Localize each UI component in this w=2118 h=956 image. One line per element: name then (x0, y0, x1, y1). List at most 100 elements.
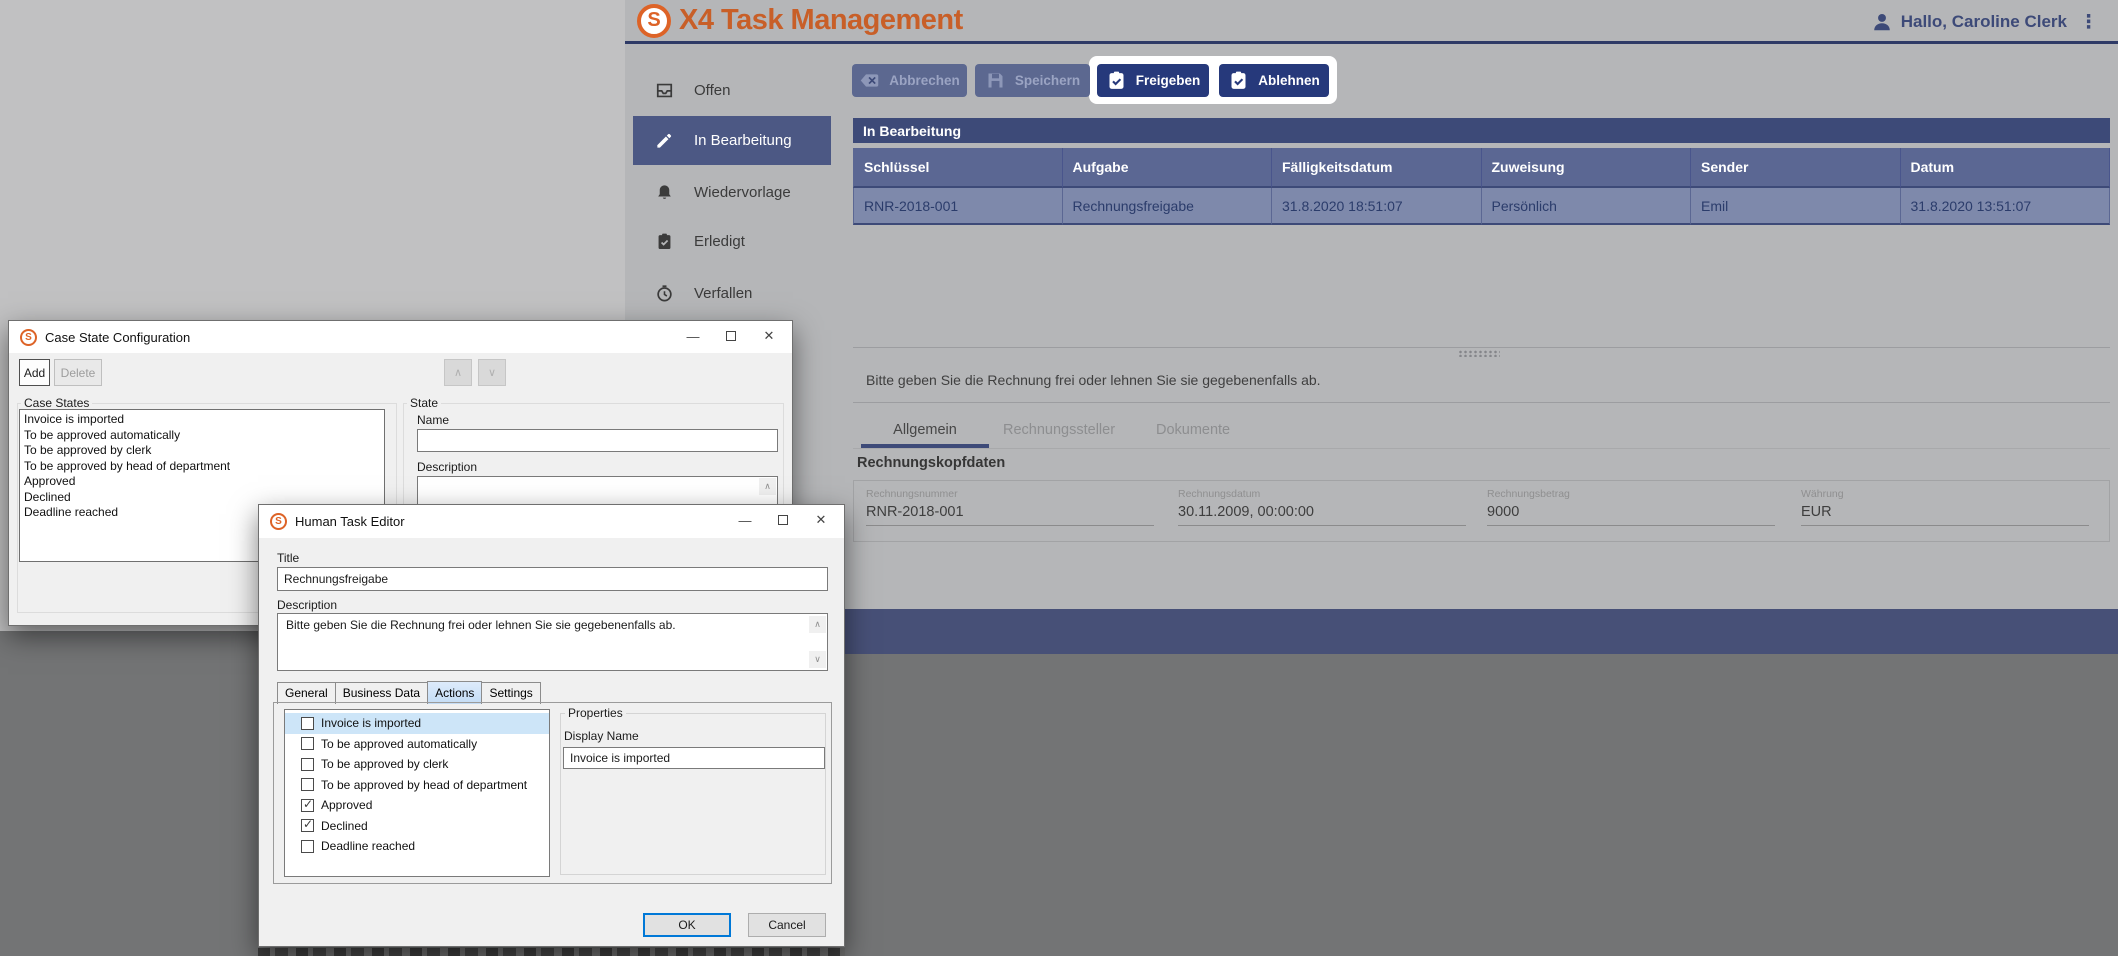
field-rechnungsdatum: Rechnungsdatum 30.11.2009, 00:00:00 (1178, 488, 1466, 526)
close-button[interactable]: ✕ (750, 322, 788, 350)
action-checkbox[interactable]: ✓ (301, 778, 314, 791)
field-value[interactable]: 9000 (1487, 504, 1775, 526)
list-item[interactable]: To be approved automatically (20, 428, 384, 444)
clock-icon (655, 284, 674, 303)
sidebar-item-wiedervorlage[interactable]: Wiedervorlage (633, 168, 831, 217)
sidebar-item-label: Verfallen (694, 285, 752, 302)
table-header-cell[interactable]: Fälligkeitsdatum (1272, 148, 1482, 188)
move-down-button[interactable]: ∨ (478, 359, 506, 386)
sidebar-item-erledigt[interactable]: Erledigt (633, 217, 831, 266)
tab-general[interactable]: General (277, 682, 336, 704)
tab-actions[interactable]: Actions (427, 681, 482, 704)
scroll-up-icon[interactable]: ∧ (759, 478, 776, 495)
approve-button[interactable]: Freigeben (1097, 64, 1209, 97)
action-checkbox[interactable]: ✓ (301, 819, 314, 832)
user-icon (1871, 11, 1893, 33)
decline-button[interactable]: Ablehnen (1219, 64, 1329, 97)
maximize-button[interactable] (764, 506, 802, 534)
state-group-label: State (407, 396, 441, 410)
field-label: Rechnungsnummer (866, 488, 1154, 500)
ok-button[interactable]: OK (643, 913, 731, 937)
list-item[interactable]: Declined (20, 490, 384, 506)
tab-dokumente[interactable]: Dokumente (1129, 411, 1257, 448)
delete-button[interactable]: Delete (54, 359, 102, 386)
action-checkbox[interactable]: ✓ (301, 717, 314, 730)
scroll-down-icon[interactable]: ∨ (809, 651, 826, 668)
detail-tabs: Allgemein Rechnungssteller Dokumente (861, 411, 1257, 448)
dialog-titlebar[interactable]: S Case State Configuration — ✕ (9, 321, 792, 353)
field-value[interactable]: EUR (1801, 504, 2089, 526)
table-header-cell[interactable]: Datum (1901, 148, 2111, 188)
tab-allgemein[interactable]: Allgemein (861, 411, 989, 448)
app-window: S X4 Task Management Hallo, Caroline Cle… (625, 0, 2118, 654)
field-value[interactable]: 30.11.2009, 00:00:00 (1178, 504, 1466, 526)
tabs-baseline (853, 448, 2110, 449)
list-item[interactable]: To be approved by head of department (20, 459, 384, 475)
tasks-table: Schlüssel Aufgabe Fälligkeitsdatum Zuwei… (853, 148, 2110, 225)
table-header-cell[interactable]: Schlüssel (853, 148, 1063, 188)
decline-button-label: Ablehnen (1258, 73, 1320, 88)
sidebar-item-verfallen[interactable]: Verfallen (633, 269, 831, 318)
action-checkbox[interactable]: ✓ (301, 737, 314, 750)
tab-business-data[interactable]: Business Data (335, 682, 428, 704)
maximize-icon (778, 515, 788, 525)
list-item[interactable]: To be approved by clerk (20, 443, 384, 459)
table-row[interactable]: RNR-2018-001 Rechnungsfreigabe 31.8.2020… (853, 188, 2110, 225)
save-button[interactable]: Speichern (975, 64, 1090, 97)
action-row[interactable]: ✓ To be approved automatically (285, 734, 549, 755)
action-label: Declined (321, 819, 368, 833)
field-rechnungsnummer: Rechnungsnummer RNR-2018-001 (866, 488, 1154, 526)
overflow-menu-icon[interactable]: ⋮ (2075, 11, 2102, 34)
app-title: X4 Task Management (679, 4, 963, 37)
table-cell: 31.8.2020 18:51:07 (1272, 188, 1482, 225)
minimize-button[interactable]: — (674, 322, 712, 350)
tab-settings[interactable]: Settings (481, 682, 540, 704)
sidebar-item-offen[interactable]: Offen (633, 66, 831, 115)
table-header-cell[interactable]: Aufgabe (1063, 148, 1273, 188)
action-row[interactable]: ✓ Deadline reached (285, 836, 549, 857)
description-label: Description (417, 460, 477, 474)
action-row[interactable]: ✓ To be approved by head of department (285, 775, 549, 796)
name-input[interactable] (417, 429, 778, 452)
action-checkbox[interactable]: ✓ (301, 799, 314, 812)
table-header-cell[interactable]: Sender (1691, 148, 1901, 188)
minimize-button[interactable]: — (726, 506, 764, 534)
invoice-header-section-title: Rechnungskopfdaten (857, 455, 1005, 471)
action-row[interactable]: ✓ Invoice is imported (285, 713, 549, 734)
action-label: To be approved by head of department (321, 778, 527, 792)
actions-listbox[interactable]: ✓ Invoice is imported ✓ To be approved a… (284, 709, 550, 877)
properties-label: Properties (565, 706, 626, 720)
scroll-up-icon[interactable]: ∧ (809, 616, 826, 633)
chevron-down-icon: ∨ (488, 367, 496, 379)
task-instruction-text: Bitte geben Sie die Rechnung frei oder l… (866, 372, 1321, 388)
display-name-input[interactable] (563, 747, 825, 769)
table-header-cell[interactable]: Zuweisung (1482, 148, 1692, 188)
field-value[interactable]: RNR-2018-001 (866, 504, 1154, 526)
maximize-button[interactable] (712, 322, 750, 350)
cancel-button[interactable]: Abbrechen (852, 64, 967, 97)
description-textarea[interactable]: Bitte geben Sie die Rechnung frei oder l… (277, 613, 828, 671)
close-button[interactable]: ✕ (802, 506, 840, 534)
cancel-button[interactable]: Cancel (748, 913, 826, 937)
action-row[interactable]: ✓ Declined (285, 816, 549, 837)
action-checkbox[interactable]: ✓ (301, 758, 314, 771)
table-cell: 31.8.2020 13:51:07 (1901, 188, 2111, 225)
action-row[interactable]: ✓ To be approved by clerk (285, 754, 549, 775)
tab-rechnungssteller[interactable]: Rechnungssteller (989, 411, 1129, 448)
title-input[interactable] (277, 567, 828, 591)
dialog-titlebar[interactable]: S Human Task Editor — ✕ (259, 505, 844, 538)
name-label: Name (417, 413, 449, 427)
add-button[interactable]: Add (19, 359, 50, 386)
list-item[interactable]: Invoice is imported (20, 412, 384, 428)
app-logo-icon: S (637, 4, 671, 38)
sidebar-item-in-bearbeitung[interactable]: In Bearbeitung (633, 116, 831, 165)
editor-tabs: General Business Data Actions Settings (277, 681, 540, 704)
action-row[interactable]: ✓ Approved (285, 795, 549, 816)
move-up-button[interactable]: ∧ (444, 359, 472, 386)
logo-letter: S (275, 516, 282, 527)
list-item[interactable]: Approved (20, 474, 384, 490)
action-checkbox[interactable]: ✓ (301, 840, 314, 853)
splitter-handle-icon[interactable] (1458, 350, 1500, 357)
sidebar-item-label: Offen (694, 82, 730, 99)
action-label: Approved (321, 798, 372, 812)
